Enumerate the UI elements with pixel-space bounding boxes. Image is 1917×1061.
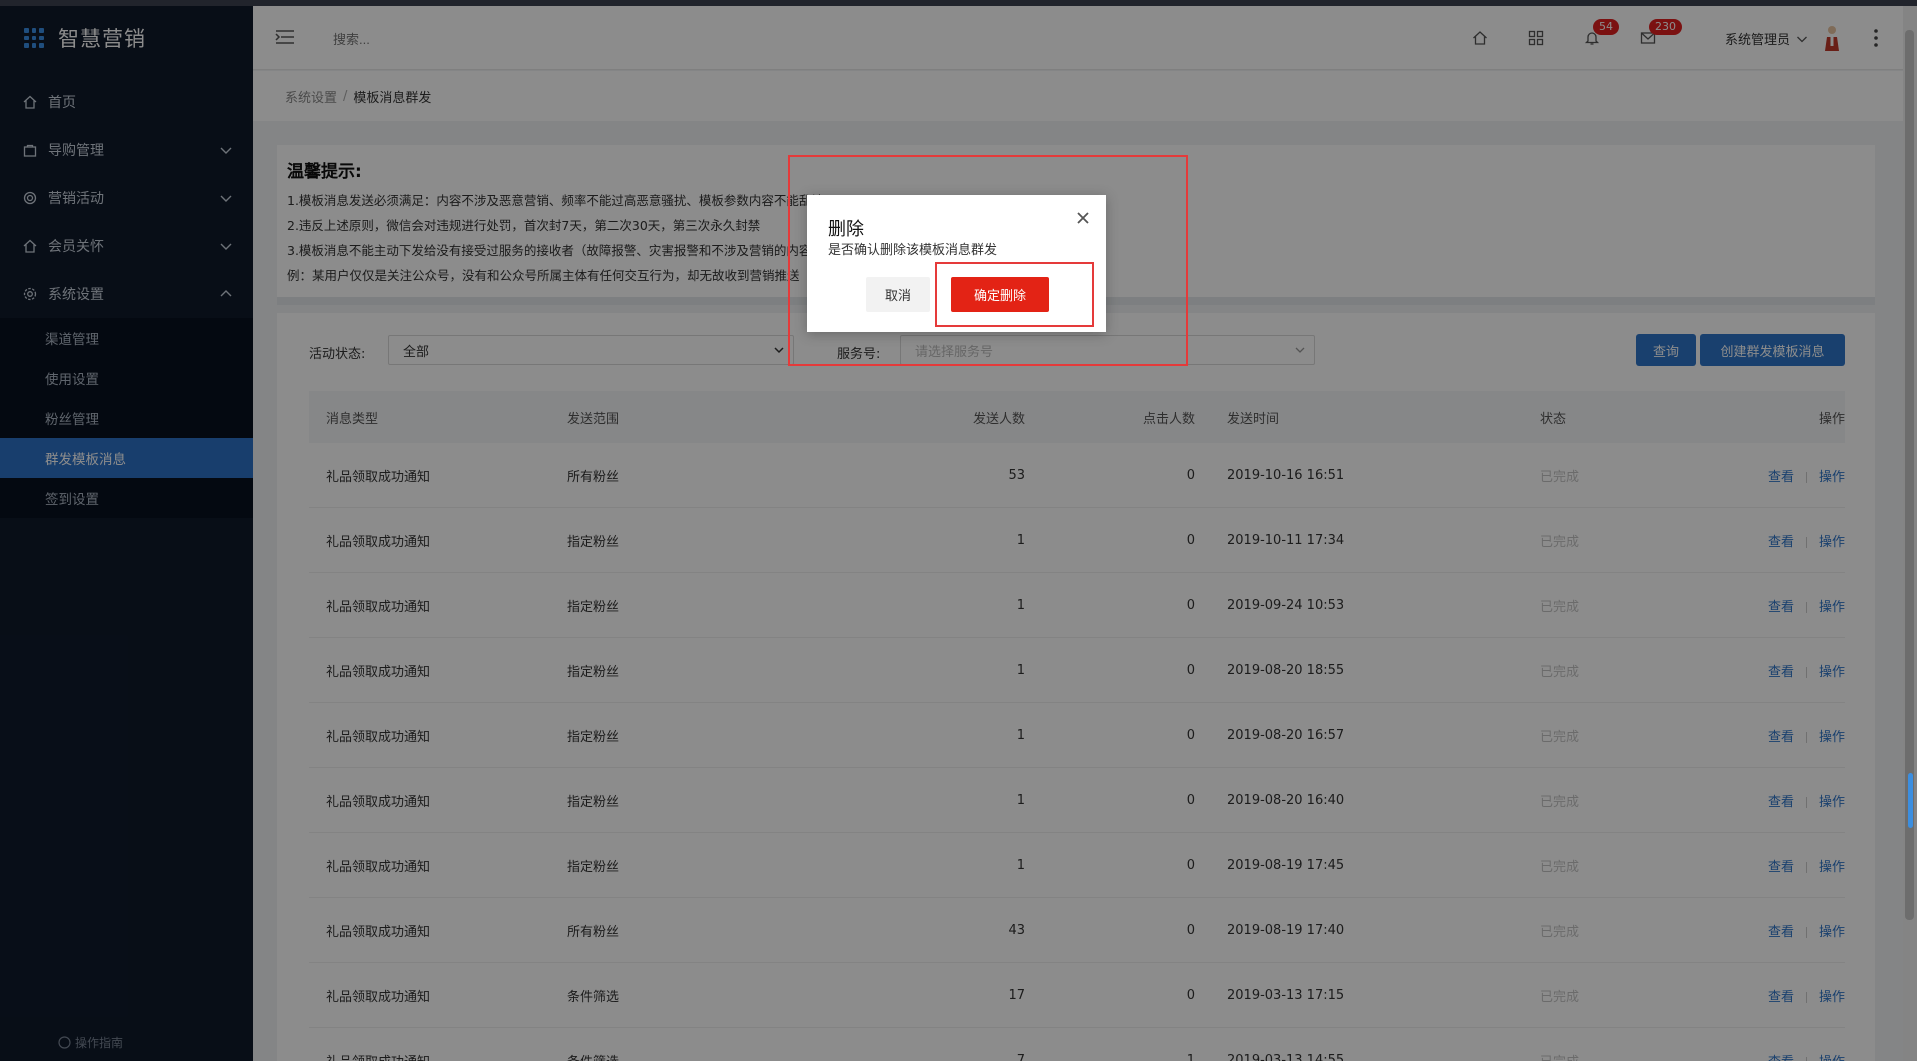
highlight-box-dialog	[788, 155, 1188, 366]
highlight-box-confirm	[935, 262, 1094, 327]
scroll-indicator	[1908, 773, 1913, 828]
